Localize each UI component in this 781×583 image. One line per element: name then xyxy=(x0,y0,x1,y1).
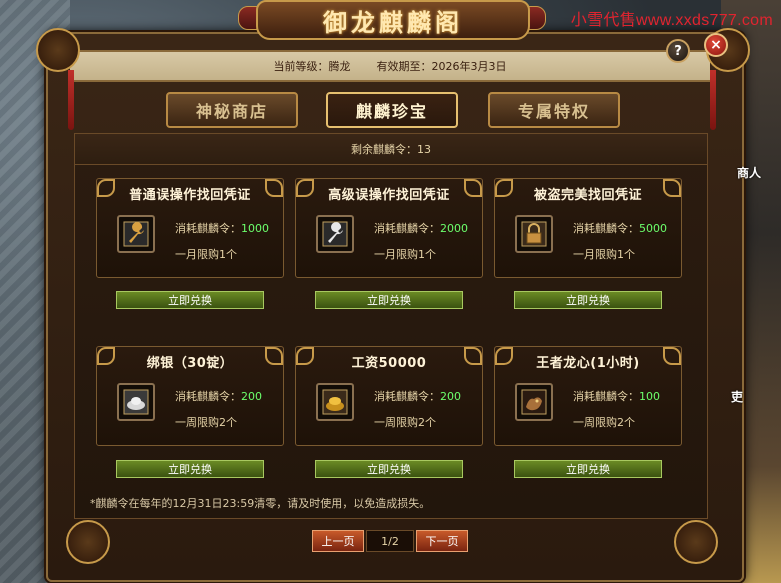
corner-ornament-top-left xyxy=(36,28,80,72)
tab-qilin-treasure[interactable]: 麒麟珍宝 xyxy=(326,92,458,128)
wrench-icon[interactable] xyxy=(117,215,155,253)
tab-label: 神秘商店 xyxy=(195,102,268,121)
cost-value: 1000 xyxy=(241,222,269,235)
redeem-button[interactable]: 立即兑换 xyxy=(514,460,662,478)
remaining-tokens: 剩余麒麟令：13 xyxy=(75,134,707,165)
purchase-limit: 一月限购1个 xyxy=(573,248,635,261)
info-bar: 当前等级：腾龙 有效期至：2026年3月3日 xyxy=(70,50,710,82)
corner-ornament-bottom-left xyxy=(66,520,110,564)
tab-label: 麒麟珍宝 xyxy=(355,102,428,121)
help-button[interactable]: ? xyxy=(666,39,690,63)
cost-label: 消耗麒麟令：200 xyxy=(175,390,262,403)
remaining-tokens-text: 剩余麒麟令：13 xyxy=(351,143,431,156)
item-name: 普通误操作找回凭证 xyxy=(97,179,279,205)
item-name: 被盗完美找回凭证 xyxy=(495,179,677,205)
tab-mystery-shop[interactable]: 神秘商店 xyxy=(166,92,298,128)
tab-label: 专属特权 xyxy=(517,102,590,121)
silver-ingot-icon[interactable] xyxy=(117,383,155,421)
tassel-left xyxy=(68,70,74,130)
cost-value: 200 xyxy=(440,390,461,403)
redeem-button[interactable]: 立即兑换 xyxy=(514,291,662,309)
side-label: 吏 xyxy=(730,390,743,404)
purchase-limit: 一月限购1个 xyxy=(175,248,237,261)
cost-value: 5000 xyxy=(639,222,667,235)
gold-ingot-icon[interactable] xyxy=(316,383,354,421)
current-level: 当前等级：腾龙 xyxy=(273,60,351,73)
item-card: 被盗完美找回凭证 消耗麒麟令：5000 一月限购1个 xyxy=(494,178,682,278)
cost-value: 100 xyxy=(639,390,660,403)
window-title: 御龙麒麟阁 xyxy=(323,7,463,37)
redeem-button[interactable]: 立即兑换 xyxy=(315,460,463,478)
close-button[interactable]: × xyxy=(704,33,728,57)
cost-value: 200 xyxy=(241,390,262,403)
wrench-icon[interactable] xyxy=(316,215,354,253)
corner-ornament-bottom-right xyxy=(674,520,718,564)
purchase-limit: 一周限购2个 xyxy=(374,416,436,429)
cost-label: 消耗麒麟令：5000 xyxy=(573,222,667,235)
item-card: 绑银（30锭） 消耗麒麟令：200 一周限购2个 xyxy=(96,346,284,446)
help-icon: ? xyxy=(674,43,682,59)
page-indicator: 1/2 xyxy=(366,530,414,552)
expiry-date: 有效期至：2026年3月3日 xyxy=(376,60,507,73)
cost-label: 消耗麒麟令：1000 xyxy=(175,222,269,235)
item-name: 工资50000 xyxy=(296,347,478,373)
cost-label: 消耗麒麟令：2000 xyxy=(374,222,468,235)
next-page-button[interactable]: 下一页 xyxy=(416,530,468,552)
npc-label: 商人 xyxy=(736,166,761,180)
prev-page-button[interactable]: 上一页 xyxy=(312,530,364,552)
cost-label: 消耗麒麟令：200 xyxy=(374,390,461,403)
tab-exclusive-privilege[interactable]: 专属特权 xyxy=(488,92,620,128)
redeem-button[interactable]: 立即兑换 xyxy=(116,460,264,478)
lock-icon[interactable] xyxy=(515,215,553,253)
redeem-button[interactable]: 立即兑换 xyxy=(116,291,264,309)
tassel-right xyxy=(710,70,716,130)
cost-label: 消耗麒麟令：100 xyxy=(573,390,660,403)
close-icon: × xyxy=(710,37,722,53)
item-name: 王者龙心(1小时) xyxy=(495,347,677,373)
expiry-note: *麒麟令在每年的12月31日23:59清零，请及时使用，以免造成损失。 xyxy=(90,497,431,510)
cost-value: 2000 xyxy=(440,222,468,235)
purchase-limit: 一月限购1个 xyxy=(374,248,436,261)
purchase-limit: 一周限购2个 xyxy=(175,416,237,429)
dragon-heart-icon[interactable] xyxy=(515,383,553,421)
item-name: 绑银（30锭） xyxy=(97,347,279,373)
item-card: 高级误操作找回凭证 消耗麒麟令：2000 一月限购1个 xyxy=(295,178,483,278)
window-title-plate: 御龙麒麟阁 xyxy=(256,0,530,40)
redeem-button[interactable]: 立即兑换 xyxy=(315,291,463,309)
item-card: 王者龙心(1小时) 消耗麒麟令：100 一周限购2个 xyxy=(494,346,682,446)
purchase-limit: 一周限购2个 xyxy=(573,416,635,429)
item-name: 高级误操作找回凭证 xyxy=(296,179,478,205)
watermark: 小雪代售www.xxds777.com xyxy=(570,12,773,29)
item-card: 普通误操作找回凭证 消耗麒麟令：1000 一月限购1个 xyxy=(96,178,284,278)
item-card: 工资50000 消耗麒麟令：200 一周限购2个 xyxy=(295,346,483,446)
